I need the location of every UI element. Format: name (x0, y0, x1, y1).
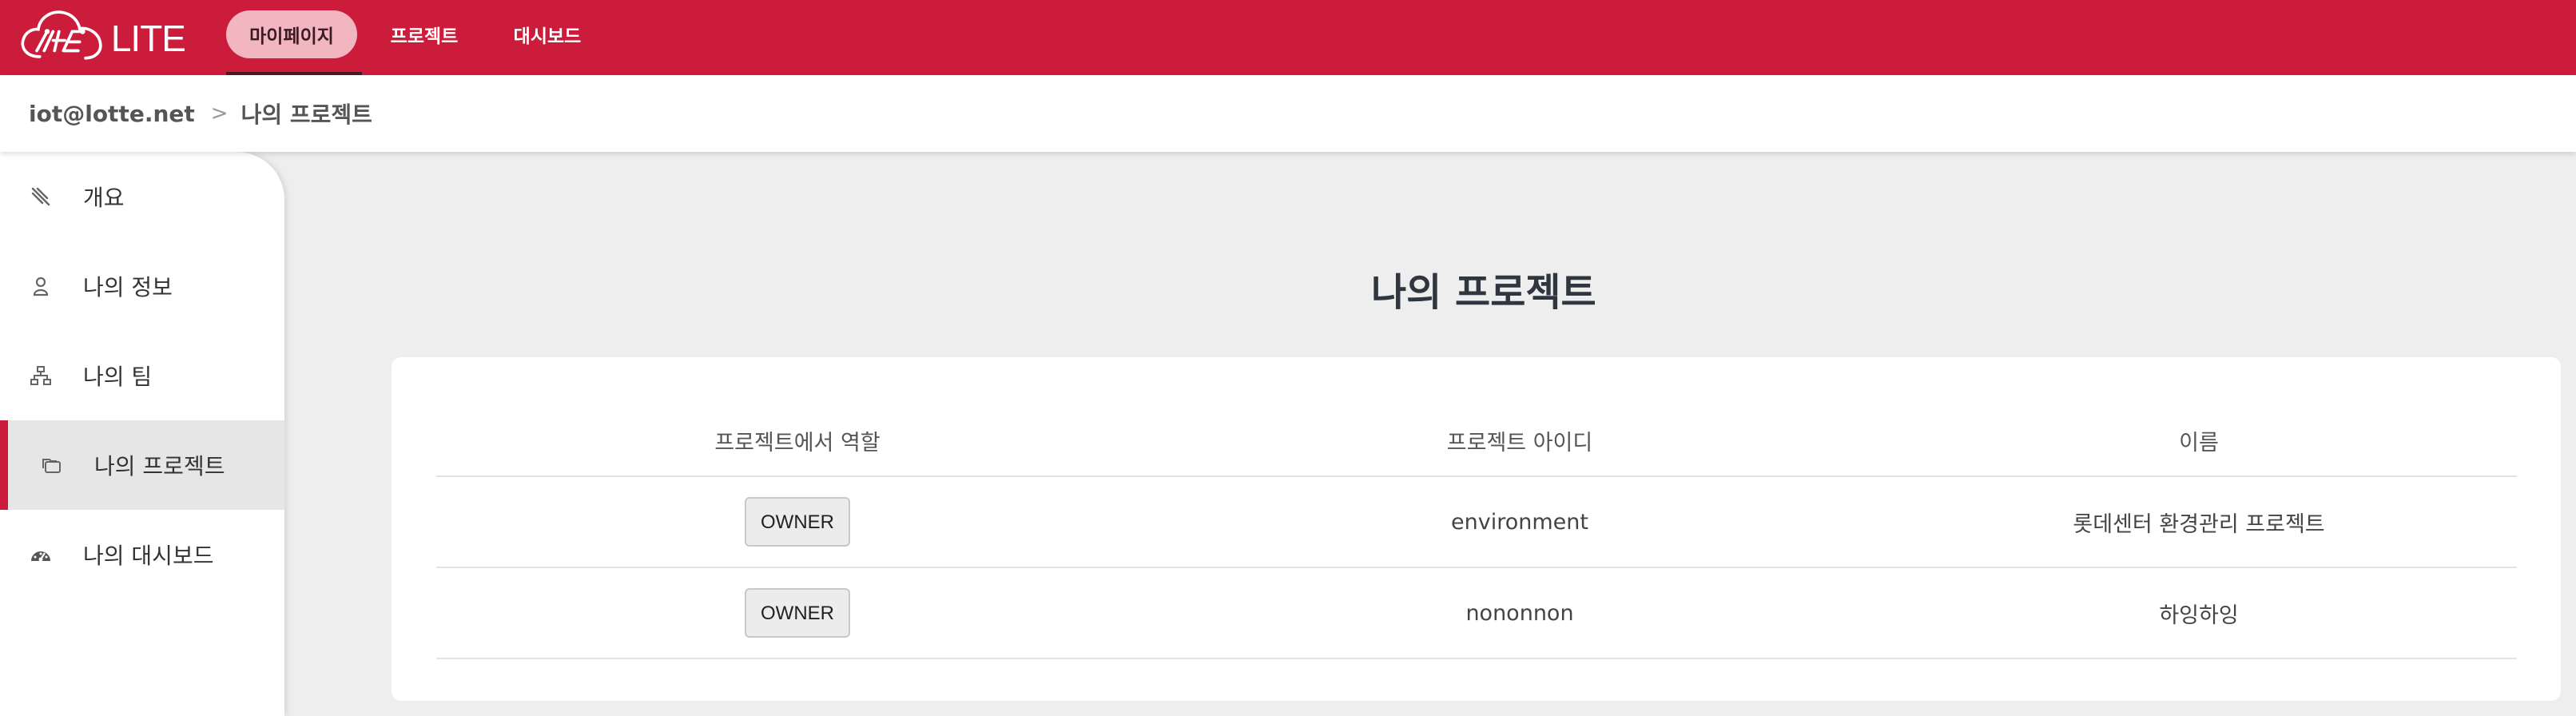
projects-card: 프로젝트에서 역할 프로젝트 아이디 이름 OWNER environment … (392, 357, 2561, 701)
role-badge-button[interactable]: OWNER (745, 497, 850, 547)
sidebar-item-label: 나의 프로젝트 (94, 453, 225, 479)
table-header-row: 프로젝트에서 역할 프로젝트 아이디 이름 (436, 405, 2517, 477)
sidebar-item-my-projects[interactable]: 나의 프로젝트 (0, 420, 284, 510)
project-id-cell: environment (1451, 509, 1588, 535)
active-indicator (0, 420, 8, 510)
sidebar-item-my-info[interactable]: 나의 정보 (0, 241, 284, 331)
breadcrumb-user[interactable]: iot@lotte.net (29, 101, 195, 127)
breadcrumb-current: 나의 프로젝트 (241, 101, 372, 128)
sidebar-item-my-team[interactable]: 나의 팀 (0, 331, 284, 420)
column-header-name: 이름 (2179, 430, 2219, 455)
projects-table: 프로젝트에서 역할 프로젝트 아이디 이름 OWNER environment … (436, 405, 2517, 659)
tab-projects[interactable]: 프로젝트 (374, 10, 475, 58)
breadcrumb-separator: > (210, 101, 229, 125)
sidebar-item-label: 나의 대시보드 (83, 543, 214, 569)
project-name-cell: 하잉하잉 (2159, 603, 2239, 628)
breadcrumb: iot@lotte.net > 나의 프로젝트 (0, 75, 2576, 152)
brand-logo[interactable]: LITE (18, 2, 186, 70)
sidebar: 개요 나의 정보 나의 팀 나의 프로젝트 나의 대시보드 (0, 152, 284, 716)
sidebar-item-overview[interactable]: 개요 (0, 152, 284, 241)
role-cell: OWNER (436, 588, 1159, 638)
sidebar-item-label: 나의 정보 (83, 274, 173, 300)
sidebar-item-label: 개요 (83, 185, 125, 211)
column-header-project-id: 프로젝트 아이디 (1446, 430, 1593, 455)
folders-icon (40, 453, 64, 477)
dashboard-icon (29, 543, 53, 567)
logo-text: LITE (110, 18, 186, 59)
page-title: 나의 프로젝트 (1371, 270, 1596, 315)
top-navbar: LITE 마이페이지 프로젝트 대시보드 (0, 0, 2576, 75)
sitemap-icon (29, 364, 53, 388)
tab-dashboard[interactable]: 대시보드 (497, 10, 598, 58)
sidebar-item-label: 나의 팀 (83, 364, 153, 390)
role-cell: OWNER (436, 497, 1159, 547)
project-name-cell: 롯데센터 환경관리 프로젝트 (2073, 511, 2325, 537)
column-header-role: 프로젝트에서 역할 (714, 430, 881, 455)
tab-mypage[interactable]: 마이페이지 (226, 10, 357, 58)
role-badge-button[interactable]: OWNER (745, 588, 850, 638)
sidebar-item-my-dashboard[interactable]: 나의 대시보드 (0, 510, 284, 599)
user-icon (29, 274, 53, 298)
table-row[interactable]: OWNER environment 롯데센터 환경관리 프로젝트 (436, 477, 2517, 568)
table-row[interactable]: OWNER nononnon 하잉하잉 (436, 568, 2517, 659)
pin-icon (29, 185, 53, 209)
cloud-logo-icon (21, 10, 102, 60)
project-id-cell: nononnon (1465, 600, 1574, 626)
